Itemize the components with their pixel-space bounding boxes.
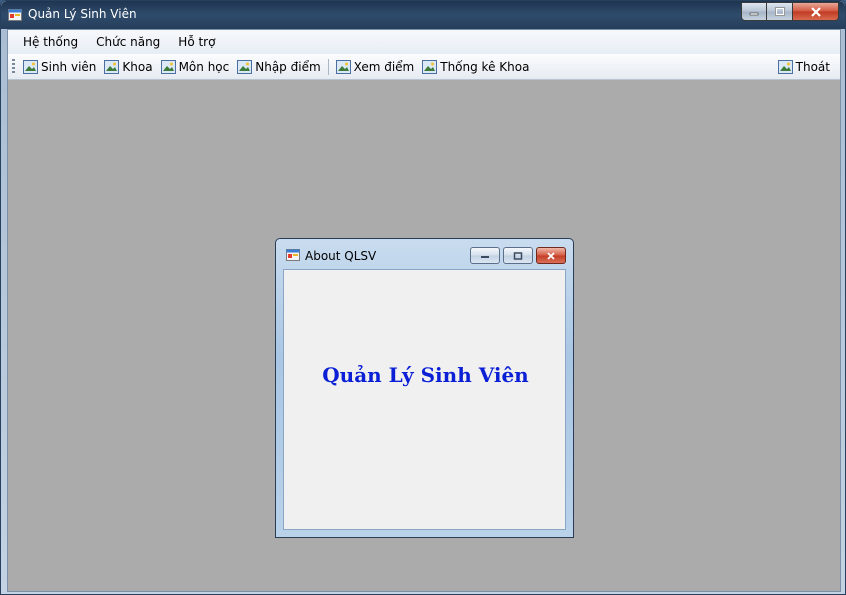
toolbar-label: Khoa	[122, 59, 153, 74]
toolbar: Sinh viên Khoa Môn học Nhập điểm Xem điể…	[8, 54, 840, 80]
title-bar[interactable]: Quản Lý Sinh Viên	[1, 1, 845, 29]
image-icon	[237, 59, 253, 74]
about-minimize-button[interactable]	[470, 247, 500, 264]
toolbar-label: Thống kê Khoa	[440, 59, 530, 74]
toolbar-label: Sinh viên	[41, 59, 97, 74]
menu-chuc-nang[interactable]: Chức năng	[87, 30, 169, 54]
client-area: Hệ thống Chức năng Hỗ trợ Sinh viên Khoa…	[7, 29, 841, 592]
toolbar-label: Thoát	[795, 60, 830, 74]
toolbar-button-khoa[interactable]: Khoa	[100, 56, 156, 78]
main-window: Quản Lý Sinh Viên Hệ thống Chức năng Hỗ …	[0, 0, 846, 595]
about-close-button[interactable]	[536, 247, 566, 264]
maximize-icon	[774, 7, 785, 16]
about-dialog-content: Quản Lý Sinh Viên	[283, 269, 566, 530]
image-icon	[335, 59, 351, 74]
minimize-icon	[481, 255, 489, 258]
image-icon	[160, 59, 176, 74]
about-dialog-title: About QLSV	[305, 249, 377, 263]
image-icon	[777, 60, 793, 74]
toolbar-button-mon-hoc[interactable]: Môn học	[157, 56, 234, 78]
maximize-icon	[513, 251, 523, 260]
window-title: Quản Lý Sinh Viên	[28, 7, 137, 21]
toolbar-separator	[327, 58, 329, 75]
image-icon	[422, 59, 438, 74]
caption-buttons	[741, 2, 839, 21]
about-dialog-caption-buttons	[470, 247, 566, 264]
close-icon	[810, 6, 821, 17]
mdi-container: About QLSV Quản Lý Sinh Viên	[8, 81, 840, 591]
toolbar-button-nhap-diem[interactable]: Nhập điểm	[233, 56, 324, 78]
toolbar-label: Môn học	[178, 59, 230, 74]
menu-bar: Hệ thống Chức năng Hỗ trợ	[8, 30, 840, 54]
toolbar-button-xem-diem[interactable]: Xem điểm	[332, 56, 419, 78]
minimize-icon	[749, 12, 759, 15]
menu-ho-tro[interactable]: Hỗ trợ	[169, 30, 224, 54]
toolbar-label: Nhập điểm	[255, 59, 321, 74]
toolbar-button-thong-ke-khoa[interactable]: Thống kê Khoa	[418, 56, 533, 78]
image-icon	[104, 59, 120, 74]
about-heading: Quản Lý Sinh Viên	[322, 363, 529, 387]
about-maximize-button[interactable]	[503, 247, 533, 264]
image-icon	[23, 59, 38, 74]
minimize-button[interactable]	[741, 2, 767, 21]
app-icon	[286, 249, 300, 261]
toolbar-button-thoat[interactable]: Thoát	[774, 56, 834, 78]
maximize-button[interactable]	[767, 2, 793, 21]
toolbar-button-sinh-vien[interactable]: Sinh viên	[19, 56, 100, 78]
app-icon	[8, 9, 22, 21]
toolbar-grip[interactable]	[12, 58, 15, 75]
close-button[interactable]	[793, 2, 839, 21]
close-icon	[547, 251, 555, 260]
about-dialog: About QLSV Quản Lý Sinh Viên	[275, 238, 574, 538]
toolbar-label: Xem điểm	[353, 59, 415, 74]
menu-he-thong[interactable]: Hệ thống	[14, 30, 87, 54]
